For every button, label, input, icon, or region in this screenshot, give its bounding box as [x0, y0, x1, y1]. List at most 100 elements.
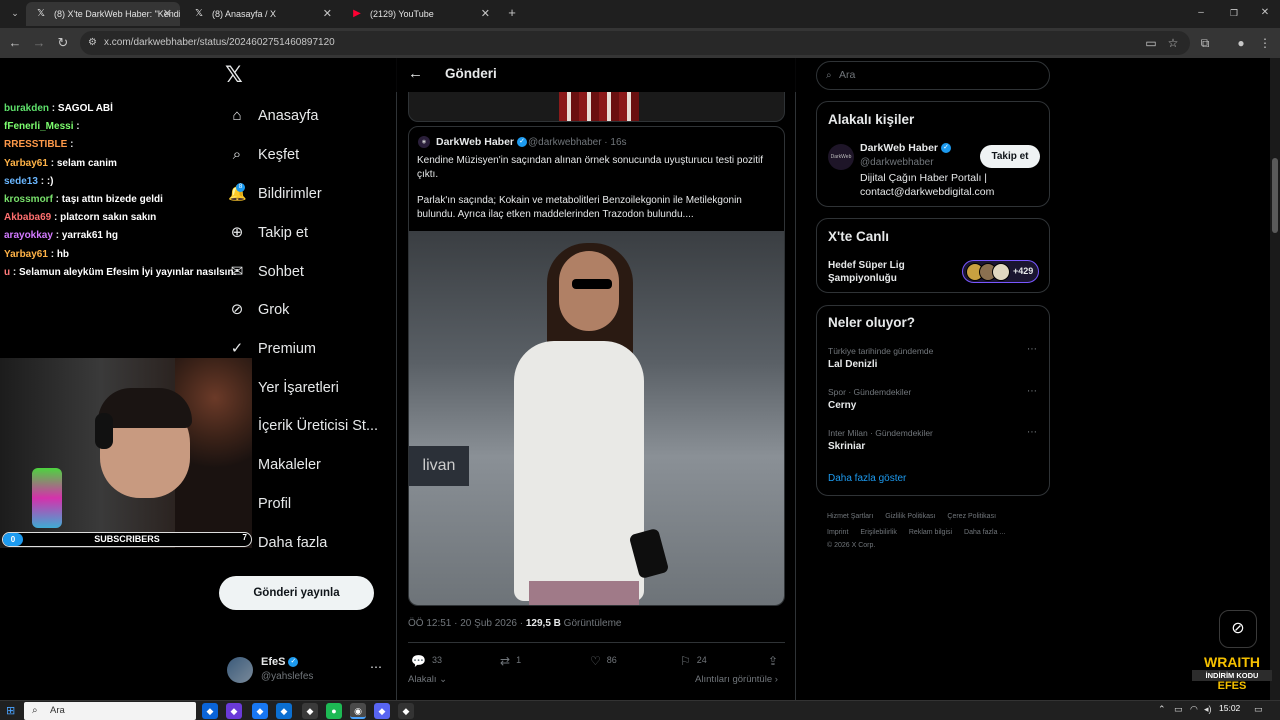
subscriber-label: SUBSCRIBERS	[94, 534, 160, 544]
card-title: Neler oluyor?	[828, 315, 916, 330]
person-name[interactable]: DarkWeb Haber ✓	[860, 142, 952, 154]
close-icon[interactable]: ✕	[163, 2, 172, 26]
quote-photo[interactable]: livan	[409, 231, 784, 605]
back-icon[interactable]: ←	[6, 34, 24, 52]
quoted-post[interactable]: ◉ DarkWeb Haber ✓ @darkwebhaber · 16s Ken…	[408, 126, 785, 606]
extensions-icon[interactable]: ⧉	[1196, 34, 1214, 52]
avatar: ◉	[418, 136, 430, 148]
repost-button[interactable]: ⇄ 1	[500, 652, 521, 668]
live-participants[interactable]: +429	[962, 260, 1039, 283]
related-label: Alakalı	[408, 674, 437, 685]
windows-start-icon[interactable]: ⊞	[6, 704, 15, 717]
new-tab-button[interactable]: +	[503, 4, 521, 22]
chat-message: fFenerli_Messi :	[0, 118, 240, 136]
footer-link[interactable]: Reklam bilgisi	[909, 529, 952, 536]
app-icon[interactable]: ◆	[226, 703, 242, 719]
network-icon[interactable]: ▭	[1174, 704, 1183, 715]
bookmark-count: 24	[696, 655, 707, 665]
related-dropdown[interactable]: Alakalı ⌄	[408, 674, 447, 685]
app-icon[interactable]: ◆	[302, 703, 318, 719]
discord-icon[interactable]: ◆	[374, 703, 390, 719]
browser-tab[interactable]: 𝕏 (8) Anasayfa / X ✕	[184, 2, 340, 26]
reply-button[interactable]: 💬 33	[411, 652, 442, 668]
app-icon[interactable]: ◆	[276, 703, 292, 719]
site-info-icon[interactable]: ⚙	[88, 31, 97, 55]
chrome-icon[interactable]: ◉	[350, 703, 366, 719]
tray-chevron-icon[interactable]: ⌃	[1158, 704, 1166, 715]
nav-item-grok[interactable]: ⊘ Grok	[228, 295, 290, 325]
search-input[interactable]: ⌕ Ara	[816, 61, 1050, 90]
footer-link[interactable]: Çerez Politikası	[947, 513, 996, 520]
scrollbar-thumb[interactable]	[1272, 158, 1278, 233]
app-icon[interactable]: ◆	[252, 703, 268, 719]
like-button[interactable]: ♡ 86	[590, 652, 617, 668]
taskbar-search[interactable]: ⌕ Ara	[24, 702, 196, 720]
live-topic[interactable]: Hedef Süper Lig Şampiyonluğu	[828, 259, 958, 285]
post-timestamp[interactable]: ÖÖ 12:51 · 20 Şub 2026 · 129,5 B Görüntü…	[408, 618, 621, 629]
footer-link[interactable]: Gizlilik Politikası	[885, 513, 935, 520]
menu-icon[interactable]: ⋮	[1256, 34, 1274, 52]
restore-icon[interactable]: ❐	[1225, 4, 1243, 22]
forward-icon[interactable]: →	[30, 34, 48, 52]
chat-message: Akbaba69 : platcorn sakın sakın	[0, 209, 240, 227]
reload-icon[interactable]: ↻	[54, 34, 72, 52]
post-media-top[interactable]	[408, 92, 785, 122]
chat-username: Yarbay61	[4, 157, 48, 169]
bookmark-button[interactable]: ⚐ 24	[680, 652, 707, 668]
nav-item-home[interactable]: ⌂ Anasayfa	[228, 101, 318, 131]
post-button[interactable]: Gönderi yayınla	[219, 576, 374, 610]
browser-tab[interactable]: ▶ (2129) YouTube ✕	[342, 2, 498, 26]
x-logo-icon[interactable]: 𝕏	[225, 64, 247, 86]
avatar[interactable]	[227, 657, 253, 683]
follow-button[interactable]: Takip et	[980, 145, 1040, 168]
grok-button[interactable]: ⊘	[1219, 610, 1257, 648]
close-icon[interactable]: ✕	[481, 2, 490, 26]
account-more-icon[interactable]: ⋯	[370, 660, 382, 674]
footer-link[interactable]: Imprint	[827, 529, 848, 536]
youtube-icon: ▶	[353, 8, 361, 19]
chat-username: sede13	[4, 175, 38, 187]
nav-item-label: Makaleler	[258, 457, 321, 473]
app-icon[interactable]: ◆	[398, 703, 414, 719]
chat-separator: :	[49, 103, 58, 114]
app-icon[interactable]: ◆	[202, 703, 218, 719]
browser-tab-active[interactable]: 𝕏 (8) X'te DarkWeb Haber: "Kendi ✕	[26, 2, 180, 26]
view-quotes-link[interactable]: Alıntıları görüntüle ›	[695, 674, 778, 685]
window-close-icon[interactable]: ✕	[1256, 4, 1274, 22]
bookmark-star-icon[interactable]: ☆	[1164, 34, 1182, 52]
photo-shorts	[529, 581, 639, 605]
more-icon[interactable]: ⋯	[1027, 427, 1037, 438]
back-arrow-icon[interactable]: ←	[408, 65, 423, 82]
show-more-link[interactable]: Daha fazla göster	[828, 473, 906, 484]
wifi-icon[interactable]: ◠	[1190, 704, 1198, 715]
profile-icon[interactable]: ●	[1232, 34, 1250, 52]
footer-link[interactable]: Erişilebilirlik	[860, 529, 897, 536]
live-card: X'te Canlı Hedef Süper Lig Şampiyonluğu …	[816, 218, 1050, 293]
more-icon[interactable]: ⋯	[1027, 344, 1037, 355]
trend-name[interactable]: Skriniar	[828, 441, 865, 452]
cast-icon[interactable]: ▭	[1142, 34, 1160, 52]
footer-link[interactable]: Daha fazla ...	[964, 529, 1005, 536]
minimize-icon[interactable]: –	[1192, 4, 1210, 22]
subscriber-goal: 7	[242, 533, 247, 542]
background-sign: livan	[409, 446, 469, 486]
tab-list-chevron-icon[interactable]: ⌄	[6, 4, 24, 22]
more-icon[interactable]: ⋯	[1027, 386, 1037, 397]
footer-link[interactable]: Hizmet Şartları	[827, 513, 873, 520]
trend-name[interactable]: Cerny	[828, 400, 856, 411]
account-name[interactable]: EfeS ✓	[261, 656, 299, 668]
verified-icon: ✓	[517, 137, 528, 148]
page-scrollbar[interactable]	[1270, 58, 1280, 700]
spotify-icon[interactable]: ●	[326, 703, 342, 719]
chat-username: burakden	[4, 103, 50, 114]
avatar[interactable]: DarkWeb	[828, 144, 854, 170]
nav-item-label: Bildirimler	[258, 186, 322, 202]
taskbar-clock[interactable]: 15:02	[1219, 703, 1240, 713]
close-icon[interactable]: ✕	[323, 2, 332, 26]
nav-item-label: Yer İşaretleri	[258, 380, 339, 396]
trend-name[interactable]: Lal Denizli	[828, 359, 877, 370]
address-bar[interactable]: ⚙ x.com/darkwebhaber/status/202460275146…	[80, 31, 1190, 55]
volume-icon[interactable]: ◂)	[1204, 704, 1212, 715]
notification-icon[interactable]: ▭	[1254, 704, 1263, 715]
share-button[interactable]: ⇪	[768, 652, 784, 668]
